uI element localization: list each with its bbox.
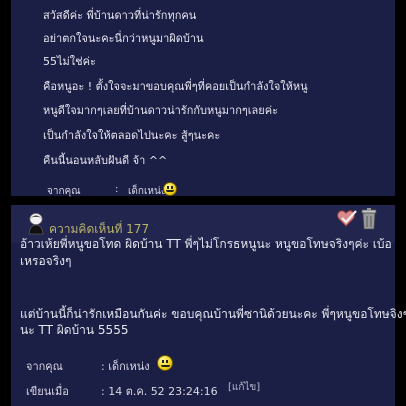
comment-body-line: แต่บ้านนี้ก็น่ารักเหมือนกันค่ะ ขอบคุณบ้า… <box>20 307 406 321</box>
from-label: จากคุณ <box>47 186 81 197</box>
from-separator: : <box>115 184 119 195</box>
heart-check-icon[interactable] <box>336 209 358 229</box>
post-line: คืนนี้นอนหลับฝันดี จ้า ^^ <box>43 154 168 167</box>
author-name: : เด็กเหน่ง <box>101 360 150 373</box>
comment-body-line: อ้าวเห้ยพี่หนูขอโทด ผิดบ้าน TT พี่ๆไม่โก… <box>20 237 392 251</box>
from-label: จากคุณ <box>26 360 63 373</box>
post-line: สวัสดีค่ะ พี่บ้านดาวที่น่ารักทุกคน <box>43 9 197 22</box>
author-name: เด็กเหน่ง <box>128 186 166 197</box>
comment-body-line: เหรอจริงๆ <box>20 254 72 268</box>
posted-label: เขียนเมื่อ <box>26 385 69 398</box>
comment-panel: ความคิดเห็นที่ 177 อ้าวเห้ยพี่หนูขอโทด ผ… <box>11 205 406 406</box>
trash-bin-icon[interactable] <box>361 208 377 230</box>
post-line: หนูดีใจมากๆเลยที่บ้านดาวน่ารักกับหนูมากๆ… <box>43 104 278 117</box>
post-line: เป็นกำลังใจให้ตลอดไปนะคะ สู้ๆนะคะ <box>43 129 221 142</box>
comment-body-line: นะ TT ผิดบ้าน 5555 <box>20 323 129 337</box>
smiley-icon <box>157 355 173 371</box>
previous-post-panel: สวัสดีค่ะ พี่บ้านดาวที่น่ารักทุกคน อย่าต… <box>11 0 395 197</box>
user-avatar-icon <box>28 213 44 235</box>
posted-timestamp: : 14 ต.ค. 52 23:24:16 <box>101 385 218 398</box>
smiley-icon <box>163 182 177 196</box>
post-line: คือหนูอะ ! ตั้งใจจะมาขอบคุณพี่ๆที่คอยเป็… <box>43 80 308 93</box>
edit-link[interactable]: [แก้ไข] <box>228 380 260 395</box>
post-line: อย่าตกใจนะคะนี่กว่าหนูมาผิดบ้าน <box>43 32 204 45</box>
post-line: 55ไม่ใช่ค่ะ <box>43 55 96 68</box>
